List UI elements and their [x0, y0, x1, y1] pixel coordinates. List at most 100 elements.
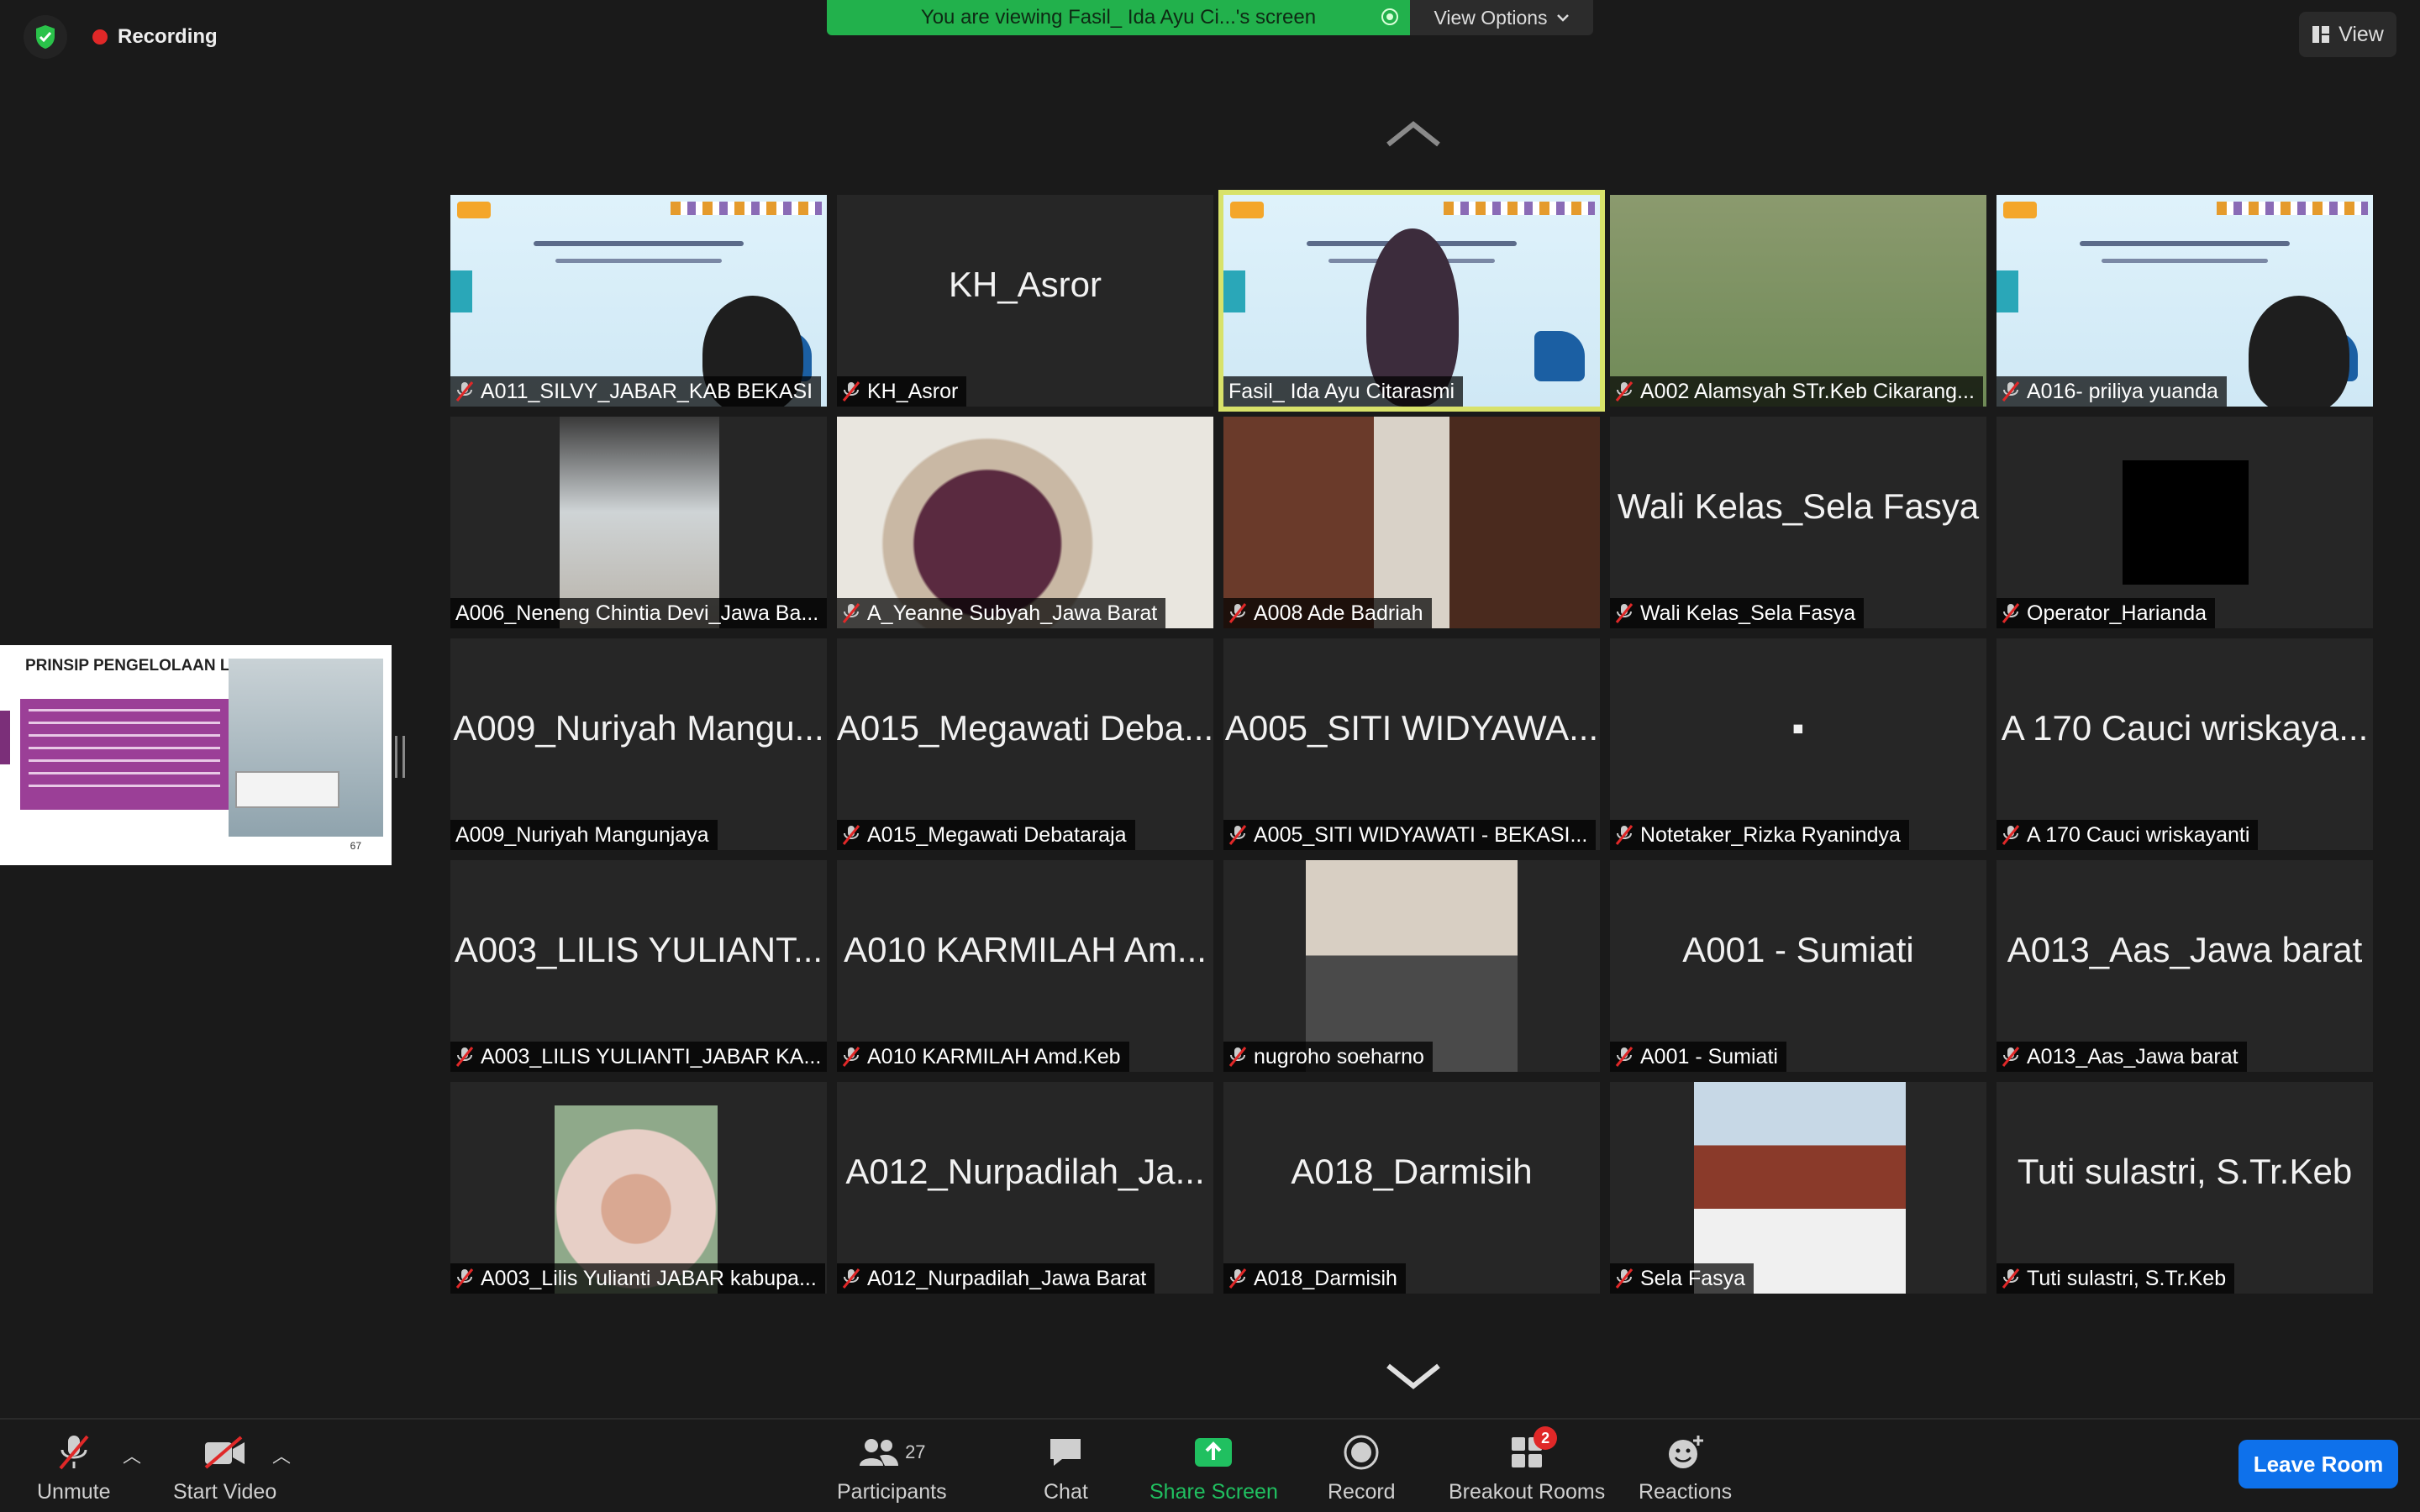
mic-muted-icon [2002, 824, 2020, 846]
mic-muted-icon [1228, 1268, 1247, 1289]
view-button[interactable]: View [2299, 12, 2396, 57]
unmute-button[interactable]: Unmute [37, 1433, 111, 1504]
chat-icon [1047, 1433, 1084, 1472]
shared-screen-thumbnail[interactable]: PRINSIP PENGELOLAAN LINEN 67 [0, 645, 392, 865]
mic-muted-icon [2002, 381, 2020, 402]
participant-tile[interactable]: Tuti sulastri, S.Tr.Keb Tuti sulastri, S.… [1996, 1082, 2373, 1294]
participant-name-label: A001 - Sumiati [1610, 1042, 1786, 1072]
participant-name: Fasil_ Ida Ayu Citarasmi [1228, 379, 1455, 403]
participant-name: A005_SITI WIDYAWATI - BEKASI... [1254, 822, 1588, 847]
participant-name: A011_SILVY_JABAR_KAB BEKASI [481, 379, 813, 403]
mic-muted-icon [2002, 1046, 2020, 1068]
participant-name-label: KH_Asror [837, 376, 967, 407]
participant-video [1610, 195, 1986, 407]
participant-name: A015_Megawati Debataraja [867, 822, 1127, 847]
participant-name: A018_Darmisih [1254, 1266, 1397, 1290]
participant-tile[interactable]: A010 KARMILAH Am... A010 KARMILAH Amd.Keb [837, 860, 1213, 1072]
record-label: Record [1328, 1480, 1396, 1504]
recording-dot-icon [92, 29, 108, 45]
participant-tile[interactable]: A003_Lilis Yulianti JABAR kabupa... [450, 1082, 827, 1294]
video-options-caret-icon[interactable]: ︿ [272, 1441, 291, 1468]
participant-name: A001 - Sumiati [1640, 1044, 1778, 1068]
participant-name-label: A005_SITI WIDYAWATI - BEKASI... [1223, 820, 1597, 850]
participant-video [1996, 195, 2373, 407]
participant-name-label: A010 KARMILAH Amd.Keb [837, 1042, 1129, 1072]
thumbnail-resize-handle[interactable] [395, 736, 405, 778]
participants-count: 27 [905, 1441, 926, 1462]
participant-tile[interactable]: KH_Asror KH_Asror [837, 195, 1213, 407]
participant-name: A_Yeanne Subyah_Jawa Barat [867, 601, 1158, 625]
participant-name-label: A 170 Cauci wriskayanti [1996, 820, 2259, 850]
participant-name-label: Notetaker_Rizka Ryanindya [1610, 820, 1909, 850]
participant-tile[interactable]: A018_Darmisih A018_Darmisih [1223, 1082, 1600, 1294]
record-button[interactable]: Record [1328, 1433, 1396, 1504]
participant-name-label: Operator_Harianda [1996, 598, 2216, 628]
participant-name: A003_LILIS YULIANTI_JABAR KA... [481, 1044, 822, 1068]
participant-tile[interactable]: ▪ Notetaker_Rizka Ryanindya [1610, 638, 1986, 850]
chat-label: Chat [1044, 1480, 1088, 1504]
participant-tile[interactable]: Operator_Harianda [1996, 417, 2373, 628]
participants-button[interactable]: 27 Participants [837, 1433, 947, 1504]
page-down-chevron-icon[interactable] [1383, 1359, 1444, 1397]
participant-tile[interactable]: A008 Ade Badriah [1223, 417, 1600, 628]
share-screen-button[interactable]: Share Screen [1150, 1433, 1278, 1504]
participant-tile[interactable]: A011_SILVY_JABAR_KAB BEKASI [450, 195, 827, 407]
mic-muted-icon [455, 381, 474, 402]
participant-name: A009_Nuriyah Mangunjaya [455, 822, 709, 847]
participant-name-label: nugroho soeharno [1223, 1042, 1433, 1072]
page-up-chevron-icon[interactable] [1383, 118, 1444, 155]
participant-tile[interactable]: A_Yeanne Subyah_Jawa Barat [837, 417, 1213, 628]
participant-name: nugroho soeharno [1254, 1044, 1424, 1068]
mic-muted-icon [842, 1046, 860, 1068]
recording-indicator[interactable]: Recording [92, 25, 218, 49]
share-screen-label: Share Screen [1150, 1480, 1278, 1504]
view-options-label: View Options [1434, 6, 1548, 29]
participant-name: Operator_Harianda [2027, 601, 2207, 625]
participant-name-label: A018_Darmisih [1223, 1263, 1406, 1294]
participant-display-name: A012_Nurpadilah_Ja... [845, 1152, 1205, 1191]
participant-tile[interactable]: A015_Megawati Deba... A015_Megawati Debat… [837, 638, 1213, 850]
participant-video [1694, 1082, 1906, 1294]
audio-options-caret-icon[interactable]: ︿ [123, 1441, 141, 1468]
chat-button[interactable]: Chat [1044, 1433, 1088, 1504]
participant-name-label: A013_Aas_Jawa barat [1996, 1042, 2247, 1072]
mic-muted-icon [1615, 381, 1634, 402]
participant-tile[interactable]: A016- priliya yuanda [1996, 195, 2373, 407]
reactions-button[interactable]: Reactions [1639, 1433, 1732, 1504]
participant-tile[interactable]: A001 - Sumiati A001 - Sumiati [1610, 860, 1986, 1072]
participant-display-name: A005_SITI WIDYAWA... [1224, 708, 1599, 748]
start-video-button[interactable]: Start Video [173, 1433, 276, 1504]
slide-photo [229, 659, 383, 837]
view-options-button[interactable]: View Options [1410, 0, 1593, 35]
participant-tile[interactable]: A003_LILIS YULIANT... A003_LILIS YULIANTI… [450, 860, 827, 1072]
participant-name-label: A016- priliya yuanda [1996, 376, 2227, 407]
leave-room-button[interactable]: Leave Room [2238, 1440, 2398, 1488]
breakout-rooms-button[interactable]: 2 Breakout Rooms [1449, 1426, 1605, 1504]
participant-tile[interactable]: Fasil_ Ida Ayu Citarasmi [1218, 190, 1605, 412]
participant-display-name: A009_Nuriyah Mangu... [453, 708, 824, 748]
participant-tile[interactable]: A013_Aas_Jawa barat A013_Aas_Jawa barat [1996, 860, 2373, 1072]
participant-tile[interactable]: A006_Neneng Chintia Devi_Jawa Ba... [450, 417, 827, 628]
participant-display-name: A013_Aas_Jawa barat [2007, 930, 2363, 969]
participant-tile[interactable]: A005_SITI WIDYAWA... A005_SITI WIDYAWATI … [1223, 638, 1600, 850]
participant-tile[interactable]: A002 Alamsyah STr.Keb Cikarang... [1610, 195, 1986, 407]
participant-name: KH_Asror [867, 379, 959, 403]
security-shield-icon[interactable] [24, 15, 67, 59]
participant-name: A002 Alamsyah STr.Keb Cikarang... [1640, 379, 1975, 403]
participant-video [560, 417, 719, 628]
participant-display-name: A003_LILIS YULIANT... [454, 930, 823, 969]
participant-tile[interactable]: A009_Nuriyah Mangu... A009_Nuriyah Mangun… [450, 638, 827, 850]
mic-muted-icon [1615, 824, 1634, 846]
participant-tile[interactable]: A 170 Cauci wriskaya... A 170 Cauci wrisk… [1996, 638, 2373, 850]
participant-display-name: KH_Asror [948, 265, 1102, 304]
participant-tile[interactable]: nugroho soeharno [1223, 860, 1600, 1072]
participant-name-label: Fasil_ Ida Ayu Citarasmi [1223, 376, 1464, 407]
participant-tile[interactable]: A012_Nurpadilah_Ja... A012_Nurpadilah_Jaw… [837, 1082, 1213, 1294]
participant-display-name: A015_Megawati Deba... [837, 708, 1213, 748]
mic-muted-icon [842, 824, 860, 846]
slide-page-number: 67 [350, 840, 361, 852]
participant-name: Tuti sulastri, S.Tr.Keb [2027, 1266, 2227, 1290]
participant-tile[interactable]: Wali Kelas_Sela Fasya Wali Kelas_Sela Fas… [1610, 417, 1986, 628]
participant-tile[interactable]: Sela Fasya [1610, 1082, 1986, 1294]
start-video-label: Start Video [173, 1480, 277, 1504]
